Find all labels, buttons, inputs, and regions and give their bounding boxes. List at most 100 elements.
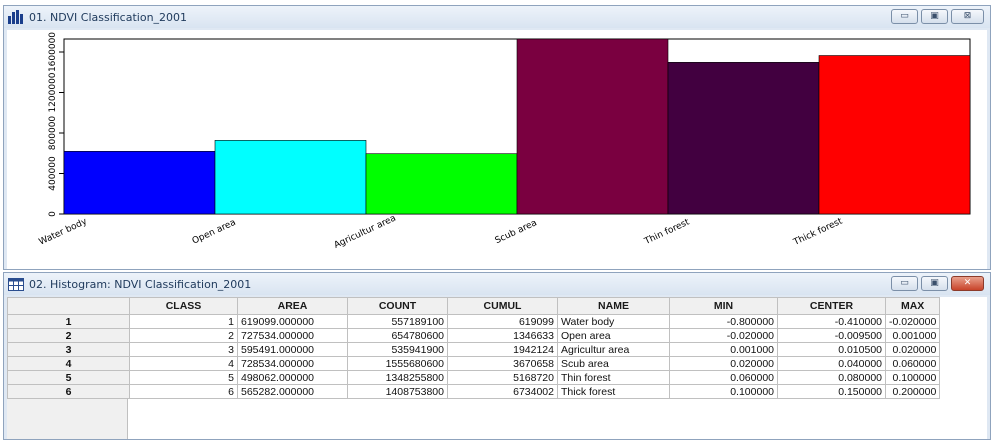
column-header[interactable]: CUMUL: [447, 297, 558, 315]
x-tick-label: Thick forest: [791, 216, 844, 248]
cell-count[interactable]: 1348255800: [347, 370, 448, 385]
column-header[interactable]: AREA: [237, 297, 348, 315]
table-window-titlebar[interactable]: 02. Histogram: NDVI Classification_2001 …: [4, 273, 990, 295]
cell-min[interactable]: 0.020000: [669, 356, 778, 371]
table-window-title: 02. Histogram: NDVI Classification_2001: [29, 277, 252, 291]
cell-count[interactable]: 1408753800: [347, 384, 448, 399]
bar-open-area: [214, 140, 367, 215]
cell-area[interactable]: 595491.000000: [237, 342, 348, 357]
chart-plot-area: 0 400000 800000 1200000 1600000 Water body Ope…: [7, 30, 987, 269]
cell-name[interactable]: Thin forest: [557, 370, 670, 385]
cell-center[interactable]: 0.150000: [777, 384, 886, 399]
chart-window-titlebar[interactable]: 01. NDVI Classification_2001 ▭ ▣ ⊠: [4, 6, 990, 28]
cell-center[interactable]: 0.080000: [777, 370, 886, 385]
table-row[interactable]: 2 2 727534.000000 654780600 1346633 Open…: [7, 328, 941, 343]
cell-name[interactable]: Agricultur area: [557, 342, 670, 357]
histogram-table-area: CLASS AREA COUNT CUMUL NAME MIN CENTER M…: [7, 297, 987, 439]
row-number[interactable]: 2: [7, 328, 130, 343]
cell-max[interactable]: 0.200000: [884, 384, 941, 399]
cell-max[interactable]: -0.020000: [884, 314, 941, 329]
column-header[interactable]: CENTER: [777, 297, 886, 315]
cell-max[interactable]: 0.100000: [884, 370, 941, 385]
cell-name[interactable]: Scub area: [557, 356, 670, 371]
bar-water-body: [63, 151, 216, 215]
x-tick-label: Thin forest: [642, 217, 691, 247]
cell-name[interactable]: Thick forest: [557, 384, 670, 399]
cell-area[interactable]: 498062.000000: [237, 370, 348, 385]
cell-cumul[interactable]: 619099: [447, 314, 558, 329]
y-tick-label: 1600000: [48, 32, 58, 72]
close-button[interactable]: ✕: [951, 276, 984, 291]
y-tick-label: 0: [48, 211, 58, 217]
maximize-button[interactable]: ▣: [921, 9, 948, 24]
cell-cumul[interactable]: 3670658: [447, 356, 558, 371]
bar-thick-forest: [818, 55, 971, 215]
cell-cumul[interactable]: 1346633: [447, 328, 558, 343]
corner-cell: [7, 297, 130, 315]
cell-area[interactable]: 565282.000000: [237, 384, 348, 399]
cell-center[interactable]: -0.410000: [777, 314, 886, 329]
cell-class[interactable]: 3: [129, 342, 238, 357]
y-tick-label: 800000: [48, 116, 58, 151]
bar-chart-icon: [8, 10, 24, 24]
cell-count[interactable]: 535941900: [347, 342, 448, 357]
row-number[interactable]: 4: [7, 356, 130, 371]
bar-agricultur-area: [365, 153, 518, 215]
table-row[interactable]: 5 5 498062.000000 1348255800 5168720 Thi…: [7, 370, 941, 385]
row-number[interactable]: 6: [7, 384, 130, 399]
table-row[interactable]: 4 4 728534.000000 1555680600 3670658 Scu…: [7, 356, 941, 371]
table-row[interactable]: 1 1 619099.000000 557189100 619099 Water…: [7, 314, 941, 329]
y-tick-label: 400000: [48, 156, 58, 191]
cell-center[interactable]: 0.040000: [777, 356, 886, 371]
cell-min[interactable]: -0.020000: [669, 328, 778, 343]
cell-count[interactable]: 654780600: [347, 328, 448, 343]
cell-area[interactable]: 728534.000000: [237, 356, 348, 371]
cell-center[interactable]: -0.009500: [777, 328, 886, 343]
cell-area[interactable]: 619099.000000: [237, 314, 348, 329]
cell-cumul[interactable]: 1942124: [447, 342, 558, 357]
cell-min[interactable]: -0.800000: [669, 314, 778, 329]
x-tick-label: Scub area: [494, 218, 539, 246]
column-header[interactable]: COUNT: [347, 297, 448, 315]
row-number[interactable]: 1: [7, 314, 130, 329]
cell-min[interactable]: 0.060000: [669, 370, 778, 385]
table-window: 02. Histogram: NDVI Classification_2001 …: [3, 272, 991, 440]
cell-count[interactable]: 1555680600: [347, 356, 448, 371]
cell-area[interactable]: 727534.000000: [237, 328, 348, 343]
table-row[interactable]: 6 6 565282.000000 1408753800 6734002 Thi…: [7, 384, 941, 399]
cell-max[interactable]: 0.020000: [884, 342, 941, 357]
chart-window: 01. NDVI Classification_2001 ▭ ▣ ⊠ 0 4000…: [3, 5, 991, 270]
cell-class[interactable]: 1: [129, 314, 238, 329]
cell-max[interactable]: 0.060000: [884, 356, 941, 371]
cell-class[interactable]: 2: [129, 328, 238, 343]
cell-min[interactable]: 0.001000: [669, 342, 778, 357]
cell-class[interactable]: 5: [129, 370, 238, 385]
column-header[interactable]: NAME: [557, 297, 670, 315]
cell-center[interactable]: 0.010500: [777, 342, 886, 357]
cell-class[interactable]: 6: [129, 384, 238, 399]
row-number[interactable]: 5: [7, 370, 130, 385]
chart-window-title: 01. NDVI Classification_2001: [29, 10, 188, 24]
close-button[interactable]: ⊠: [951, 9, 984, 24]
cell-cumul[interactable]: 5168720: [447, 370, 558, 385]
x-tick-label: Water body: [38, 216, 90, 247]
cell-name[interactable]: Water body: [557, 314, 670, 329]
row-number[interactable]: 3: [7, 342, 130, 357]
cell-cumul[interactable]: 6734002: [447, 384, 558, 399]
cell-min[interactable]: 0.100000: [669, 384, 778, 399]
minimize-button[interactable]: ▭: [891, 276, 918, 291]
minimize-button[interactable]: ▭: [891, 9, 918, 24]
table-row[interactable]: 3 3 595491.000000 535941900 1942124 Agri…: [7, 342, 941, 357]
y-tick-label: 1200000: [48, 72, 58, 112]
bar-scub-area: [516, 38, 669, 215]
column-header[interactable]: MIN: [669, 297, 778, 315]
column-header[interactable]: CLASS: [129, 297, 238, 315]
cell-class[interactable]: 4: [129, 356, 238, 371]
histogram-table: CLASS AREA COUNT CUMUL NAME MIN CENTER M…: [7, 297, 941, 399]
cell-count[interactable]: 557189100: [347, 314, 448, 329]
x-tick-label: Agricultur area: [333, 213, 398, 250]
column-header[interactable]: MAX: [884, 297, 941, 315]
maximize-button[interactable]: ▣: [921, 276, 948, 291]
cell-max[interactable]: 0.001000: [884, 328, 941, 343]
cell-name[interactable]: Open area: [557, 328, 670, 343]
